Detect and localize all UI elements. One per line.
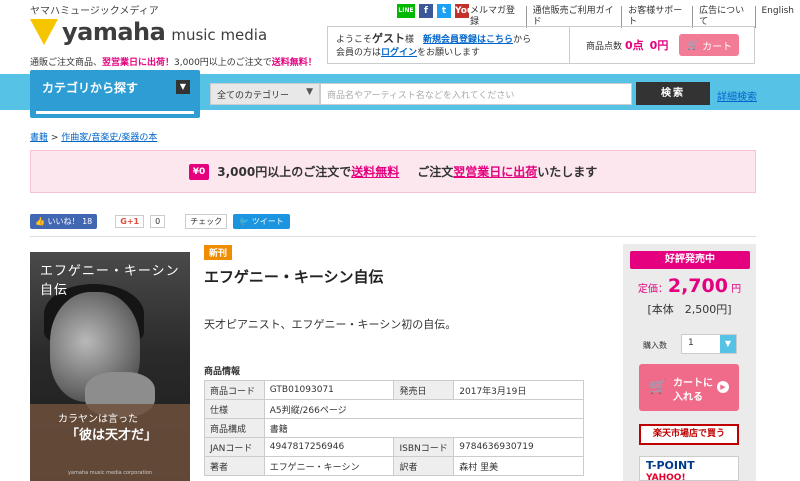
free-shipping-banner[interactable]: ¥0 3,000円以上のご注文で 送料無料 ご注文 翌営業日に出荷 いたします — [30, 150, 756, 193]
breadcrumb-books[interactable]: 書籍 — [30, 133, 48, 143]
top-links: メルマガ登録 通信販売ご利用ガイド お客様サポート 広告について English — [470, 6, 800, 28]
logo-triangle-icon — [30, 19, 58, 45]
dropdown-arrow-icon: ▼ — [176, 80, 190, 94]
product-info-table: 商品コード GTB01093071 発売日 2017年3月19日 仕様 A5判縦/26… — [204, 380, 585, 476]
facebook-icon[interactable]: f — [419, 4, 433, 18]
price: 定価：2,700 円 — [637, 275, 742, 297]
advanced-search-link[interactable]: 詳細検索 — [717, 88, 757, 103]
mixi-check-button[interactable]: チェック — [185, 214, 228, 229]
table-row: 仕様 A5判縦/266ページ — [204, 399, 585, 419]
site-tagline: ヤマハミュージックメディア — [30, 6, 159, 17]
add-to-cart-button[interactable]: 🛒 カートに 入れる ▶ — [639, 364, 739, 411]
toplink-newsletter[interactable]: メルマガ登録 — [470, 6, 526, 28]
cart-icon: 🛒 — [686, 39, 699, 51]
facebook-like-button[interactable]: 👍 いいね！ 18 — [30, 214, 98, 229]
share-buttons: 👍 いいね！ 18 G+1 0 チェック 🐦 ツイート — [30, 214, 290, 229]
product-description: 天才ピアニスト、エフゲニー・キーシン初の自伝。 — [204, 318, 457, 331]
toplink-ads[interactable]: 広告について — [692, 6, 754, 28]
product-title: エフゲニー・キーシン自伝 — [204, 268, 384, 286]
google-plus-button[interactable]: G+1 — [115, 215, 145, 228]
logo-subtext: music media — [171, 26, 268, 44]
toplink-english[interactable]: English — [754, 6, 800, 28]
play-arrow-icon: ▶ — [717, 381, 729, 393]
product-info-heading: 商品情報 — [204, 367, 241, 377]
quantity-select[interactable]: 1 ▼ — [681, 334, 737, 354]
site-logo[interactable]: yamaha music media — [30, 18, 267, 46]
new-release-badge: 新刊 — [204, 245, 233, 260]
table-row: 商品コード GTB01093071 発売日 2017年3月19日 — [204, 380, 584, 400]
cart-total: 0円 — [649, 39, 669, 52]
divider — [30, 236, 756, 237]
cart-icon: 🛒 — [649, 379, 667, 395]
signup-link[interactable]: 新規会員登録はこちら — [423, 35, 513, 45]
chevron-down-icon: ▼ — [306, 87, 313, 97]
cover-quote-line1: カラヤンは言った — [58, 414, 138, 425]
google-plus-count: 0 — [150, 215, 166, 228]
twitter-icon[interactable]: t — [437, 4, 451, 18]
social-links: LINE f t You — [397, 4, 473, 18]
table-row: 著者 エフゲニー・キーシン 訳者 森村 里美 — [204, 456, 584, 476]
breadcrumb: 書籍 > 作曲家/音楽史/楽器の本 — [30, 133, 158, 143]
table-row: JANコード 4947817256946 ISBNコード 9784636930719 — [204, 437, 584, 457]
truck-icon: ¥0 — [188, 163, 210, 180]
cover-title: エフゲニー・キーシン自伝 — [40, 264, 180, 298]
welcome-box: ようこそゲスト様 新規会員登録はこちらから 会員の方はログインをお願いします — [327, 26, 570, 64]
book-cover-image[interactable]: エフゲニー・キーシン自伝 カラヤンは言った 「彼は天才だ」 yamaha mus… — [30, 252, 190, 481]
youtube-icon[interactable]: You — [455, 4, 473, 18]
rakuten-store-button[interactable]: 楽天市場店で買う — [639, 424, 739, 445]
tweet-button[interactable]: 🐦 ツイート — [233, 214, 290, 229]
tpoint-yahoo-banner[interactable]: T-POINT YAHOO! — [639, 456, 739, 481]
search-button[interactable]: 検索 — [636, 82, 710, 105]
cover-publisher: yamaha music media corporation — [67, 470, 153, 476]
search-input[interactable]: 商品名やアーティスト名などを入れてください — [320, 83, 632, 105]
toplink-support[interactable]: お客様サポート — [621, 6, 692, 28]
line-icon[interactable]: LINE — [397, 4, 415, 18]
cart-summary: 商品点数 0点 0円 🛒 カート — [570, 26, 755, 64]
category-browse-button[interactable]: カテゴリから探す ▼ — [30, 70, 200, 118]
availability-badge: 好評発売中 — [630, 251, 750, 269]
category-select[interactable]: 全てのカテゴリー ▼ — [210, 83, 320, 105]
cart-item-count: 0点 — [625, 39, 644, 52]
logo-text: yamaha — [62, 18, 166, 46]
breadcrumb-category[interactable]: 作曲家/音楽史/楽器の本 — [61, 133, 157, 143]
login-link[interactable]: ログイン — [381, 48, 417, 58]
base-price: [本体 2,500円] — [647, 303, 732, 316]
shipping-promo-line: 通販ご注文商品、翌営業日に出荷！3,000円以上のご注文で送料無料！ — [30, 58, 317, 68]
toplink-guide[interactable]: 通信販売ご利用ガイド — [525, 6, 622, 28]
quantity-label: 購入数 — [643, 341, 667, 350]
cover-quote-line2: 「彼は天才だ」 — [66, 428, 158, 443]
chevron-down-icon: ▼ — [720, 335, 736, 353]
cart-button[interactable]: 🛒 カート — [679, 34, 740, 56]
table-row: 商品構成 書籍 — [204, 418, 585, 438]
twitter-bird-icon: 🐦 — [239, 217, 250, 226]
